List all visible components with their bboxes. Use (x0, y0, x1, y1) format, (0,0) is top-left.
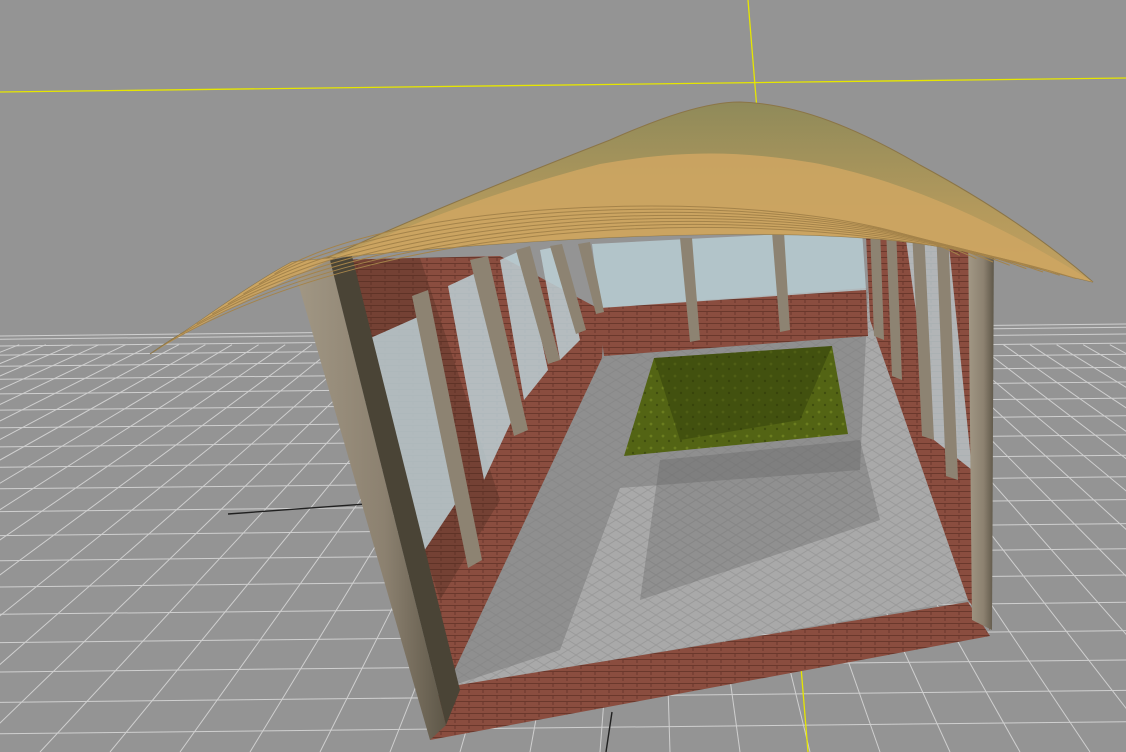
scene-canvas[interactable] (0, 0, 1126, 752)
axis-x-line (0, 77, 1126, 93)
axis-y-line (747, 0, 758, 111)
front-right-pillar[interactable] (968, 222, 994, 630)
3d-viewport[interactable] (0, 0, 1126, 752)
grid-line (0, 344, 180, 440)
grid-line (0, 344, 366, 666)
grid-line (0, 344, 313, 576)
grid-line (0, 344, 233, 484)
axis-dark-lower-line (605, 711, 613, 752)
grid-line (0, 344, 46, 365)
grid-line (0, 344, 20, 353)
grid-line (0, 721, 1126, 735)
grid-line (0, 344, 286, 541)
